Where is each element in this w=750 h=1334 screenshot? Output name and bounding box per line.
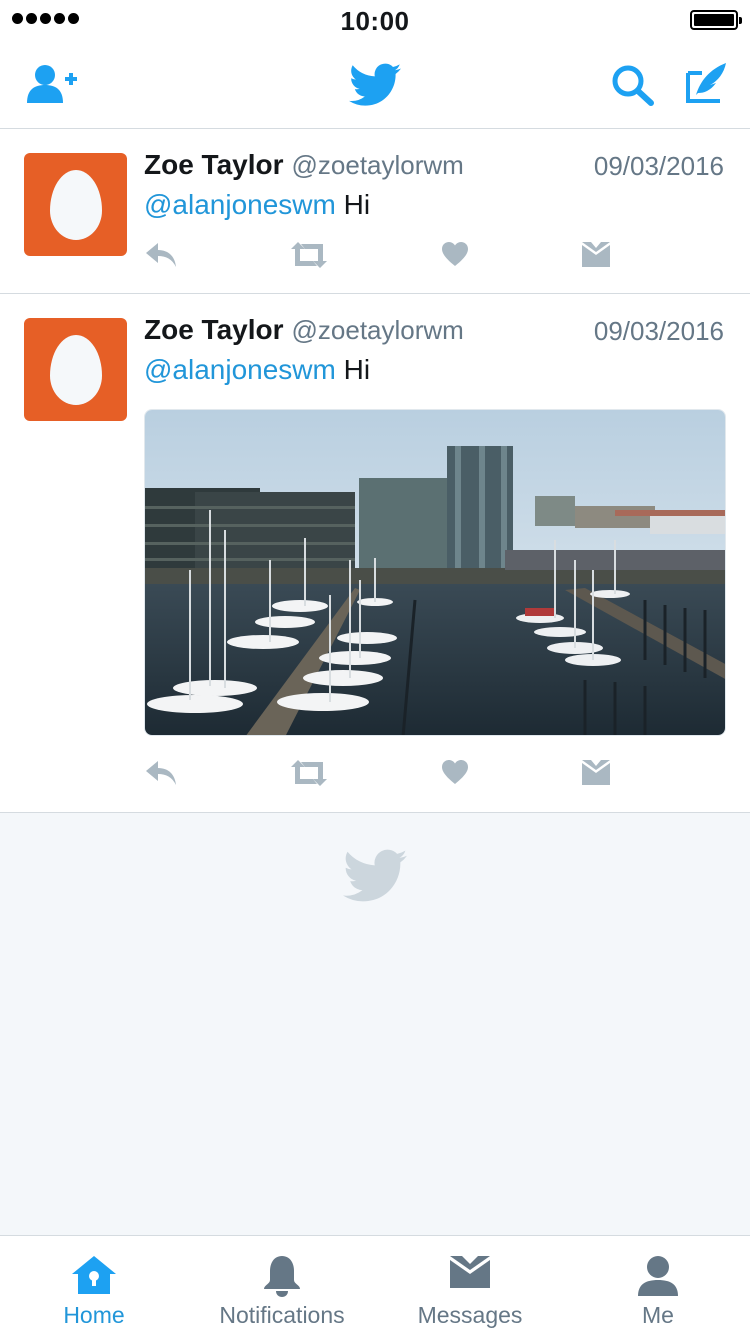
tweet-body: Hi [335, 354, 371, 385]
tab-notifications-label: Notifications [219, 1302, 345, 1328]
tweet-header: Zoe Taylor @zoetaylorwm 09/03/2016 [144, 149, 724, 185]
search-icon[interactable] [611, 64, 655, 106]
tab-messages[interactable]: Messages [376, 1236, 564, 1334]
direct-message-icon[interactable] [581, 241, 611, 269]
direct-message-icon[interactable] [581, 759, 611, 787]
tab-messages-label: Messages [417, 1302, 523, 1328]
twitter-bird-icon [349, 63, 401, 106]
tweet-text: @alanjoneswm Hi [144, 189, 370, 221]
status-time: 10:00 [340, 6, 410, 36]
author-name[interactable]: Zoe Taylor [144, 314, 284, 345]
avatar[interactable] [24, 153, 127, 256]
reply-icon[interactable] [144, 241, 178, 269]
harbor-photo [145, 410, 725, 735]
tab-notifications[interactable]: Notifications [188, 1236, 376, 1334]
author-name[interactable]: Zoe Taylor [144, 149, 284, 180]
top-nav-bar [0, 40, 750, 129]
tweet-body: Hi [335, 189, 371, 220]
retweet-icon[interactable] [289, 241, 329, 269]
tab-home[interactable]: Home [0, 1236, 188, 1334]
default-egg-avatar-icon [49, 169, 102, 240]
feed-end-area [0, 813, 750, 1235]
battery-full-icon [690, 10, 742, 30]
tweet-text: @alanjoneswm Hi [144, 354, 370, 386]
retweet-icon[interactable] [289, 759, 329, 787]
tweet-item[interactable]: Zoe Taylor @zoetaylorwm 09/03/2016 @alanj… [0, 294, 750, 813]
like-icon[interactable] [441, 759, 469, 785]
add-user-icon[interactable] [27, 63, 79, 105]
tab-me[interactable]: Me [564, 1236, 750, 1334]
mention-link[interactable]: @alanjoneswm [144, 354, 336, 385]
mention-link[interactable]: @alanjoneswm [144, 189, 336, 220]
envelope-icon [450, 1256, 490, 1288]
tweet-actions [144, 241, 624, 275]
tweet-header: Zoe Taylor @zoetaylorwm 09/03/2016 [144, 314, 724, 350]
tweet-media-photo[interactable] [144, 409, 726, 736]
avatar[interactable] [24, 318, 127, 421]
twitter-bird-icon [343, 849, 407, 902]
profile-icon [638, 1256, 678, 1296]
home-icon [72, 1256, 116, 1294]
like-icon[interactable] [441, 241, 469, 267]
tweet-actions [144, 759, 624, 793]
bottom-tab-bar: Home Notifications Messages Me [0, 1235, 750, 1334]
author-handle[interactable]: @zoetaylorwm [292, 315, 464, 345]
tweet-date: 09/03/2016 [593, 316, 724, 346]
tweet-date: 09/03/2016 [593, 151, 724, 181]
bell-icon [264, 1256, 300, 1297]
tab-home-label: Home [63, 1302, 125, 1328]
author-handle[interactable]: @zoetaylorwm [292, 150, 464, 180]
tweet-item[interactable]: Zoe Taylor @zoetaylorwm 09/03/2016 @alanj… [0, 129, 750, 294]
status-bar: 10:00 [0, 0, 750, 40]
tab-me-label: Me [642, 1302, 674, 1328]
default-egg-avatar-icon [49, 334, 102, 405]
reply-icon[interactable] [144, 759, 178, 787]
compose-tweet-icon[interactable] [684, 61, 728, 105]
